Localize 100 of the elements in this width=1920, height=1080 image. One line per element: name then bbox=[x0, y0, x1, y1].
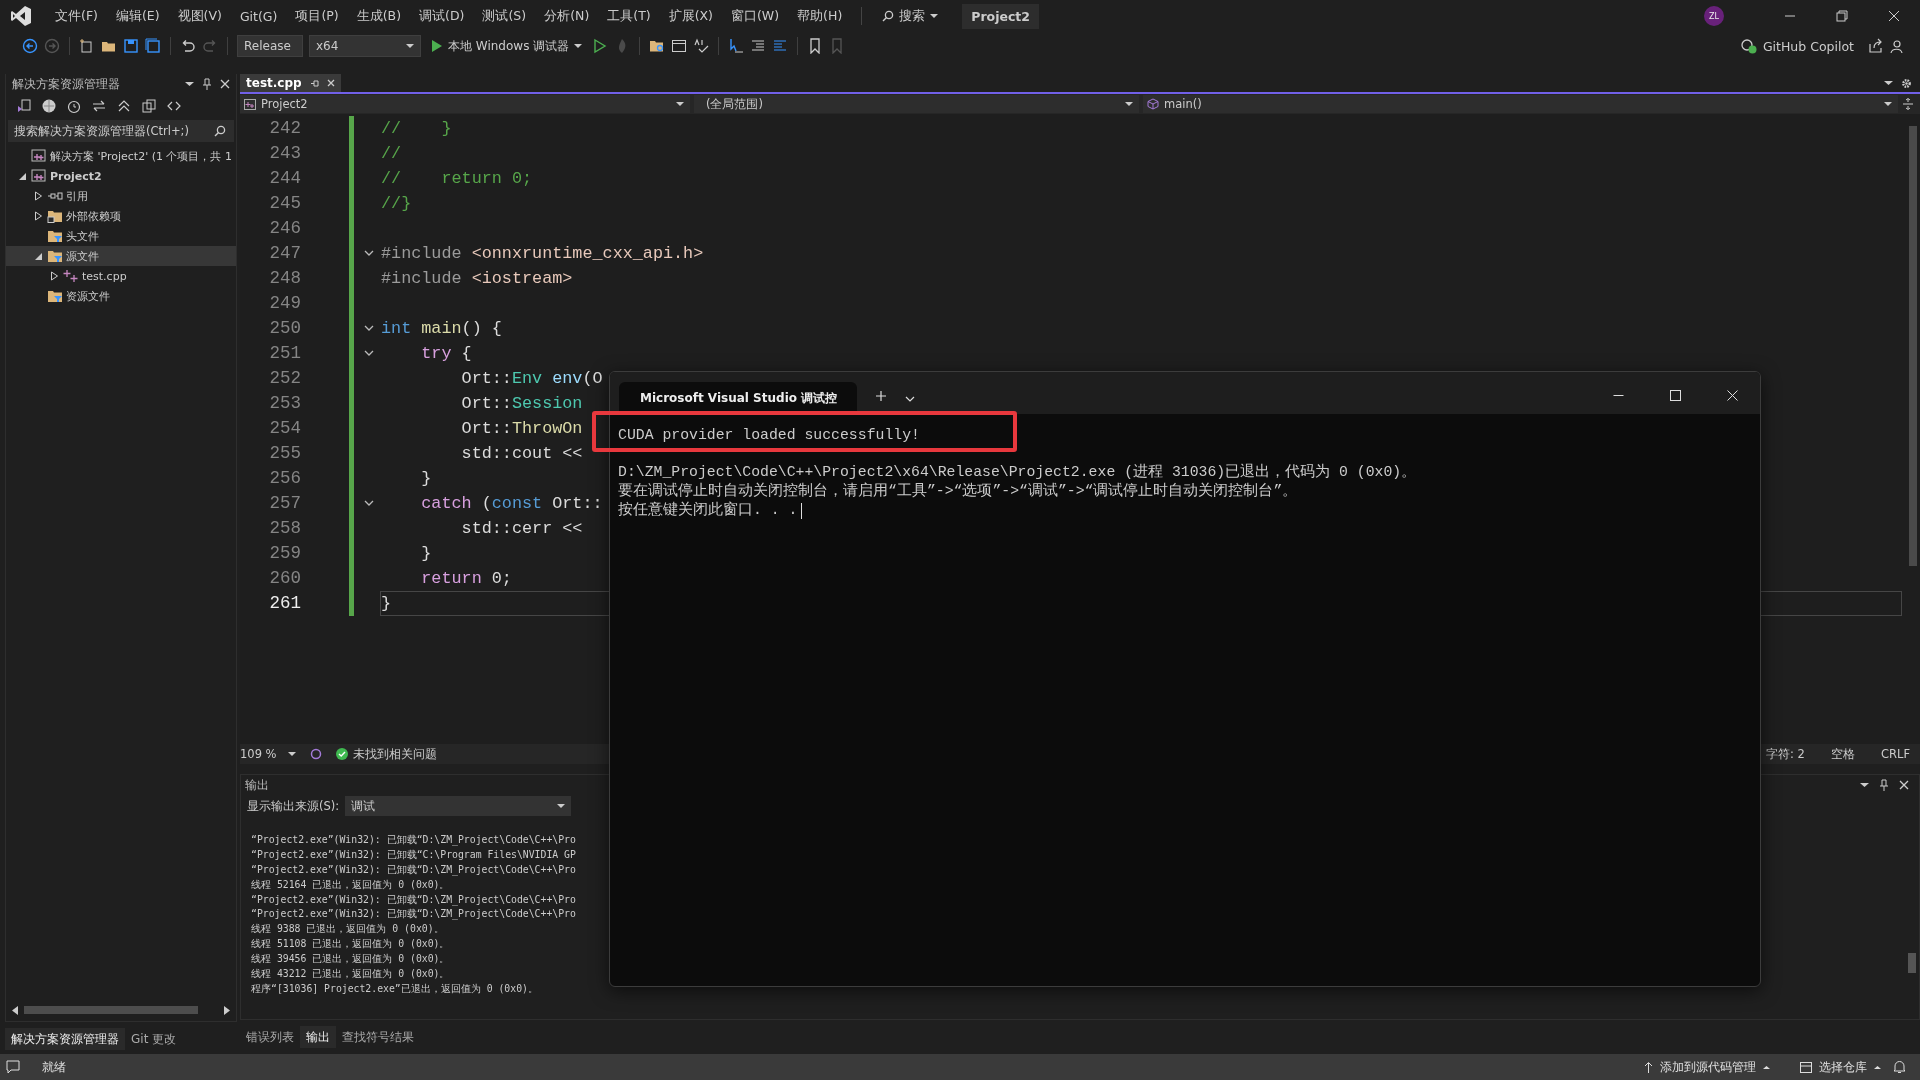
settings-icon[interactable] bbox=[1901, 77, 1912, 89]
tree-item[interactable]: 解决方案 'Project2' (1 个项目，共 1 bbox=[6, 146, 236, 166]
tree-item[interactable]: 外部依赖项 bbox=[6, 206, 236, 226]
close-icon[interactable] bbox=[1727, 390, 1738, 401]
indentation-status[interactable]: 空格 bbox=[1824, 746, 1861, 762]
tree-item[interactable]: 引用 bbox=[6, 186, 236, 206]
project-dropdown[interactable]: Project2 bbox=[240, 95, 690, 113]
menu-item[interactable]: 视图(V) bbox=[168, 7, 231, 25]
copilot-button[interactable]: GitHub Copilot bbox=[1740, 38, 1854, 54]
menu-item[interactable]: 项目(P) bbox=[286, 7, 348, 25]
tree-item[interactable]: 源文件 bbox=[6, 246, 236, 266]
back-icon[interactable] bbox=[22, 38, 38, 54]
menu-item[interactable]: 帮助(H) bbox=[788, 7, 852, 25]
fold-chevron-icon[interactable] bbox=[364, 350, 374, 357]
undo-icon[interactable] bbox=[180, 38, 196, 54]
fold-chevron-icon[interactable] bbox=[364, 250, 374, 257]
solution-view-icon[interactable] bbox=[16, 98, 32, 114]
bell-icon[interactable] bbox=[1893, 1060, 1906, 1074]
scope-dropdown[interactable]: (全局范围) bbox=[694, 95, 1139, 113]
line-ending-status[interactable]: CRLF bbox=[1874, 747, 1916, 761]
caret-icon bbox=[930, 13, 939, 19]
configuration-dropdown[interactable]: Release bbox=[237, 35, 303, 57]
save-icon[interactable] bbox=[123, 38, 139, 54]
new-tab-icon[interactable] bbox=[875, 390, 887, 402]
zoom-dropdown[interactable]: 109 % bbox=[240, 747, 296, 761]
close-icon[interactable] bbox=[220, 79, 230, 89]
share-icon[interactable] bbox=[1868, 38, 1884, 54]
member-dropdown[interactable]: main() bbox=[1143, 95, 1898, 113]
chat-icon[interactable] bbox=[6, 1060, 20, 1074]
tree-item[interactable]: test.cpp bbox=[6, 266, 236, 286]
copy-icon[interactable] bbox=[141, 98, 157, 114]
terminal-tab[interactable]: Microsoft Visual Studio 调试控 bbox=[619, 382, 857, 414]
split-icon[interactable] bbox=[1902, 98, 1914, 110]
account-avatar[interactable]: ZL bbox=[1704, 6, 1724, 26]
save-all-icon[interactable] bbox=[145, 38, 161, 54]
restore-icon[interactable] bbox=[1836, 10, 1848, 22]
issues-status[interactable]: 未找到相关问题 bbox=[336, 746, 437, 762]
panel-tab[interactable]: 查找符号结果 bbox=[336, 1026, 420, 1048]
menu-item[interactable]: 扩展(X) bbox=[659, 7, 722, 25]
pin-icon[interactable] bbox=[1879, 779, 1889, 791]
panel-tab[interactable]: 错误列表 bbox=[240, 1026, 300, 1048]
menu-item[interactable]: Git(G) bbox=[230, 8, 287, 24]
folder-search-icon[interactable] bbox=[649, 38, 666, 54]
menu-item[interactable]: 窗口(W) bbox=[722, 7, 789, 25]
close-icon[interactable] bbox=[326, 79, 335, 87]
line-number: 247 bbox=[268, 242, 302, 265]
expanded-arrow-icon[interactable] bbox=[33, 251, 43, 261]
start-debugging-button[interactable]: 本地 Windows 调试器 bbox=[427, 37, 587, 55]
new-item-icon[interactable] bbox=[79, 38, 95, 54]
document-tab[interactable]: test.cpp bbox=[240, 74, 341, 92]
panel-tab[interactable]: 输出 bbox=[300, 1026, 336, 1048]
tree-item[interactable]: Project2 bbox=[6, 166, 236, 186]
repository-button[interactable]: 选择仓库 bbox=[1800, 1058, 1881, 1076]
dropdown-icon[interactable] bbox=[1884, 80, 1893, 86]
globe-icon[interactable] bbox=[41, 98, 57, 114]
fold-chevron-icon[interactable] bbox=[364, 325, 374, 332]
maximize-icon[interactable] bbox=[1670, 390, 1681, 401]
character-position[interactable]: 字符: 2 bbox=[1760, 746, 1811, 762]
output-line: “Project2.exe”(Win32): 已卸载“D:\ZM_Project\Code\C++\Pro bbox=[251, 893, 576, 905]
cursor-icon[interactable] bbox=[728, 38, 745, 54]
chevron-down-icon[interactable] bbox=[905, 396, 915, 402]
tree-item[interactable]: 资源文件 bbox=[6, 286, 236, 306]
menu-item[interactable]: 编辑(E) bbox=[106, 7, 169, 25]
scroll-left-icon[interactable] bbox=[12, 1005, 18, 1015]
collapse-all-icon[interactable] bbox=[116, 98, 132, 114]
window-icon[interactable] bbox=[671, 38, 688, 54]
platform-dropdown[interactable]: x64 bbox=[309, 35, 421, 57]
search-field[interactable]: 搜索解决方案资源管理器(Ctrl+;) bbox=[8, 120, 234, 142]
source-control-button[interactable]: 添加到源代码管理 bbox=[1644, 1058, 1770, 1076]
panel-tab[interactable]: Git 更改 bbox=[125, 1028, 183, 1050]
pin-icon[interactable] bbox=[202, 78, 212, 90]
indent-icon[interactable] bbox=[750, 38, 767, 54]
close-icon[interactable] bbox=[1899, 780, 1909, 790]
fold-chevron-icon[interactable] bbox=[364, 500, 374, 507]
pin-icon[interactable] bbox=[309, 78, 319, 88]
menu-item[interactable]: 文件(F) bbox=[46, 7, 107, 25]
folder-icon bbox=[47, 209, 63, 223]
line-number: 250 bbox=[268, 317, 302, 340]
scrollbar-thumb[interactable] bbox=[24, 1006, 198, 1014]
expanded-arrow-icon[interactable] bbox=[17, 171, 27, 181]
collapsed-arrow-icon[interactable] bbox=[49, 271, 59, 281]
scroll-right-icon[interactable] bbox=[224, 1005, 230, 1015]
dropdown-icon[interactable] bbox=[1860, 782, 1869, 788]
output-source-dropdown[interactable]: 调试 bbox=[345, 796, 572, 816]
play-outline-icon[interactable] bbox=[592, 38, 609, 54]
menu-item[interactable]: 分析(N) bbox=[535, 7, 599, 25]
close-icon[interactable] bbox=[1888, 10, 1900, 22]
spell-check-icon[interactable] bbox=[693, 38, 710, 54]
menu-item[interactable]: 工具(T) bbox=[598, 7, 660, 25]
tree-item[interactable]: 头文件 bbox=[6, 226, 236, 246]
search-button[interactable]: 搜索 bbox=[872, 7, 949, 25]
sync-icon[interactable] bbox=[91, 98, 107, 114]
dropdown-icon[interactable] bbox=[185, 81, 194, 87]
history-icon[interactable] bbox=[66, 98, 82, 114]
line-number: 255 bbox=[268, 442, 302, 465]
hint-icon[interactable] bbox=[310, 748, 322, 760]
menu-item[interactable]: 测试(S) bbox=[473, 7, 536, 25]
menu-item[interactable]: 生成(B) bbox=[347, 7, 411, 25]
panel-tab[interactable]: 解决方案资源管理器 bbox=[5, 1028, 125, 1050]
menu-item[interactable]: 调试(D) bbox=[410, 7, 474, 25]
